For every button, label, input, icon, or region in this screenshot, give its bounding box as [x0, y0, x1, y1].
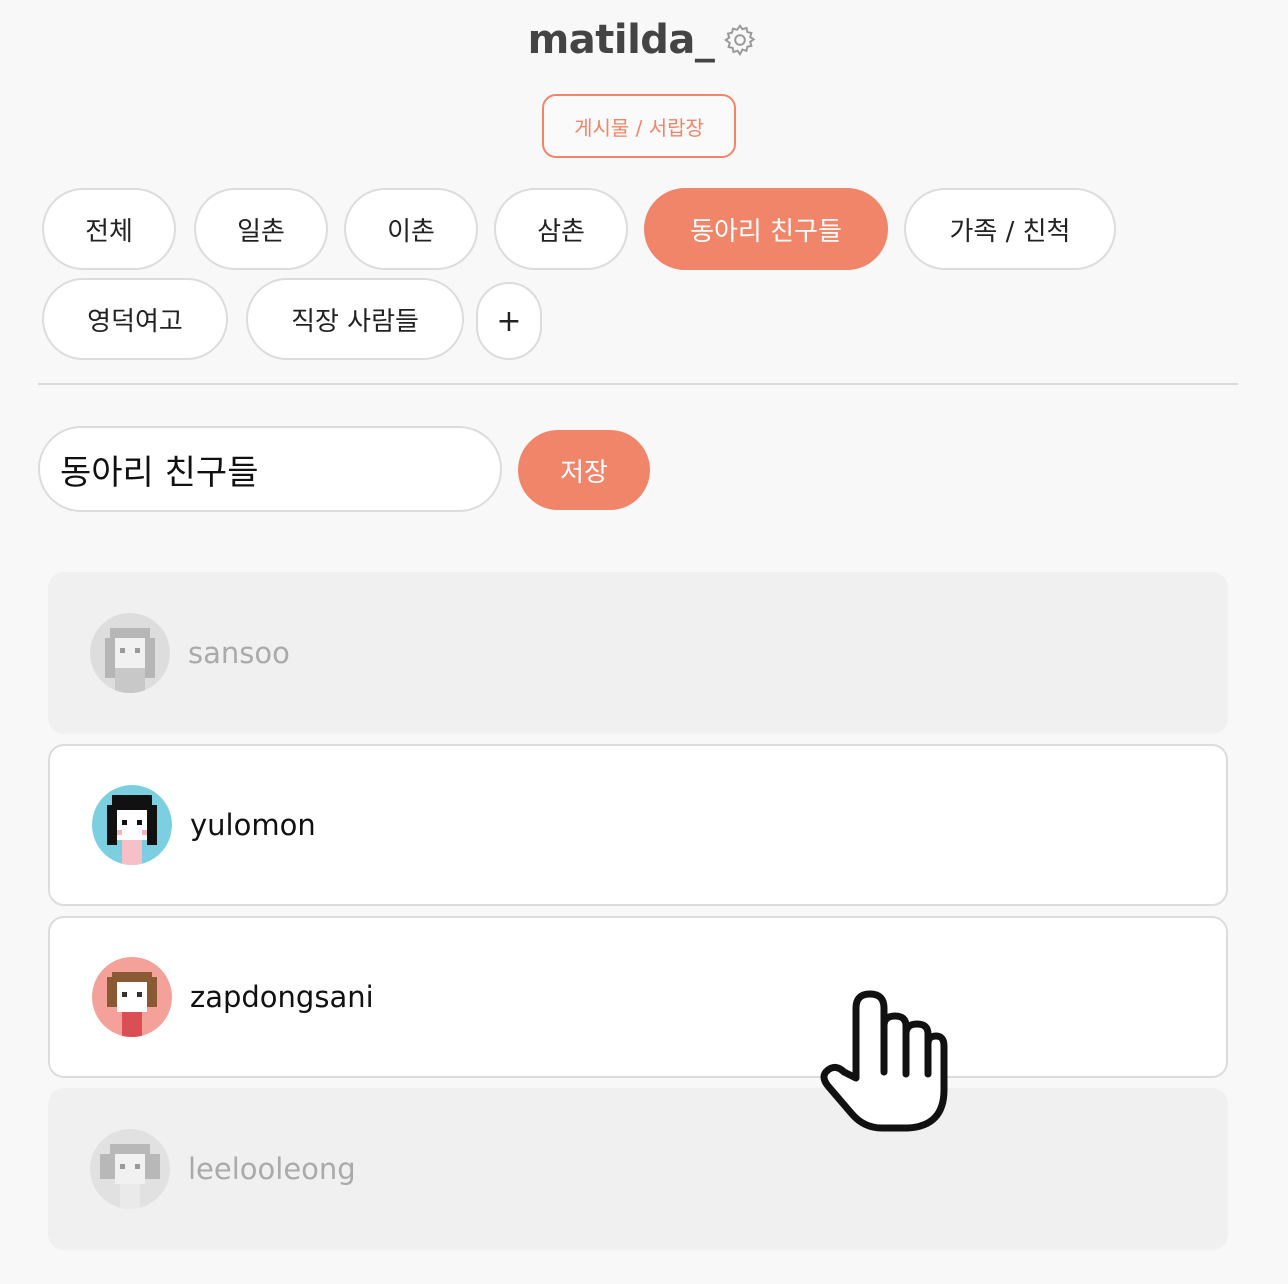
- group-chip-work[interactable]: 직장 사람들: [246, 278, 464, 360]
- posts-drawer-toggle[interactable]: 게시물 / 서랍장: [542, 94, 736, 158]
- friend-row[interactable]: sansoo: [48, 572, 1228, 734]
- group-chip-club-friends[interactable]: 동아리 친구들: [644, 188, 888, 270]
- group-chip-school[interactable]: 영덕여고: [42, 278, 228, 360]
- group-chip-ilchon[interactable]: 일촌: [194, 188, 328, 270]
- profile-header: matilda_: [0, 10, 1288, 70]
- username: matilda_: [527, 17, 715, 63]
- group-chip-ichon[interactable]: 이촌: [344, 188, 478, 270]
- avatar: [90, 1129, 170, 1209]
- friend-row[interactable]: leelooleong: [48, 1088, 1228, 1250]
- avatar: [90, 613, 170, 693]
- gear-icon[interactable]: [720, 20, 760, 60]
- group-chip-samchon[interactable]: 삼촌: [494, 188, 628, 270]
- friend-row[interactable]: zapdongsani: [48, 916, 1228, 1078]
- group-chip-all[interactable]: 전체: [42, 188, 176, 270]
- avatar: [92, 785, 172, 865]
- group-chip-family[interactable]: 가족 / 친척: [904, 188, 1116, 270]
- add-group-button[interactable]: +: [476, 282, 542, 360]
- friend-name: zapdongsani: [190, 980, 374, 1014]
- section-divider: [38, 383, 1238, 385]
- avatar: [92, 957, 172, 1037]
- friend-row[interactable]: yulomon: [48, 744, 1228, 906]
- save-button[interactable]: 저장: [518, 430, 650, 510]
- friend-name: yulomon: [190, 808, 316, 842]
- friend-name: sansoo: [188, 636, 290, 670]
- friend-name: leelooleong: [188, 1152, 356, 1186]
- group-name-input[interactable]: [38, 426, 502, 512]
